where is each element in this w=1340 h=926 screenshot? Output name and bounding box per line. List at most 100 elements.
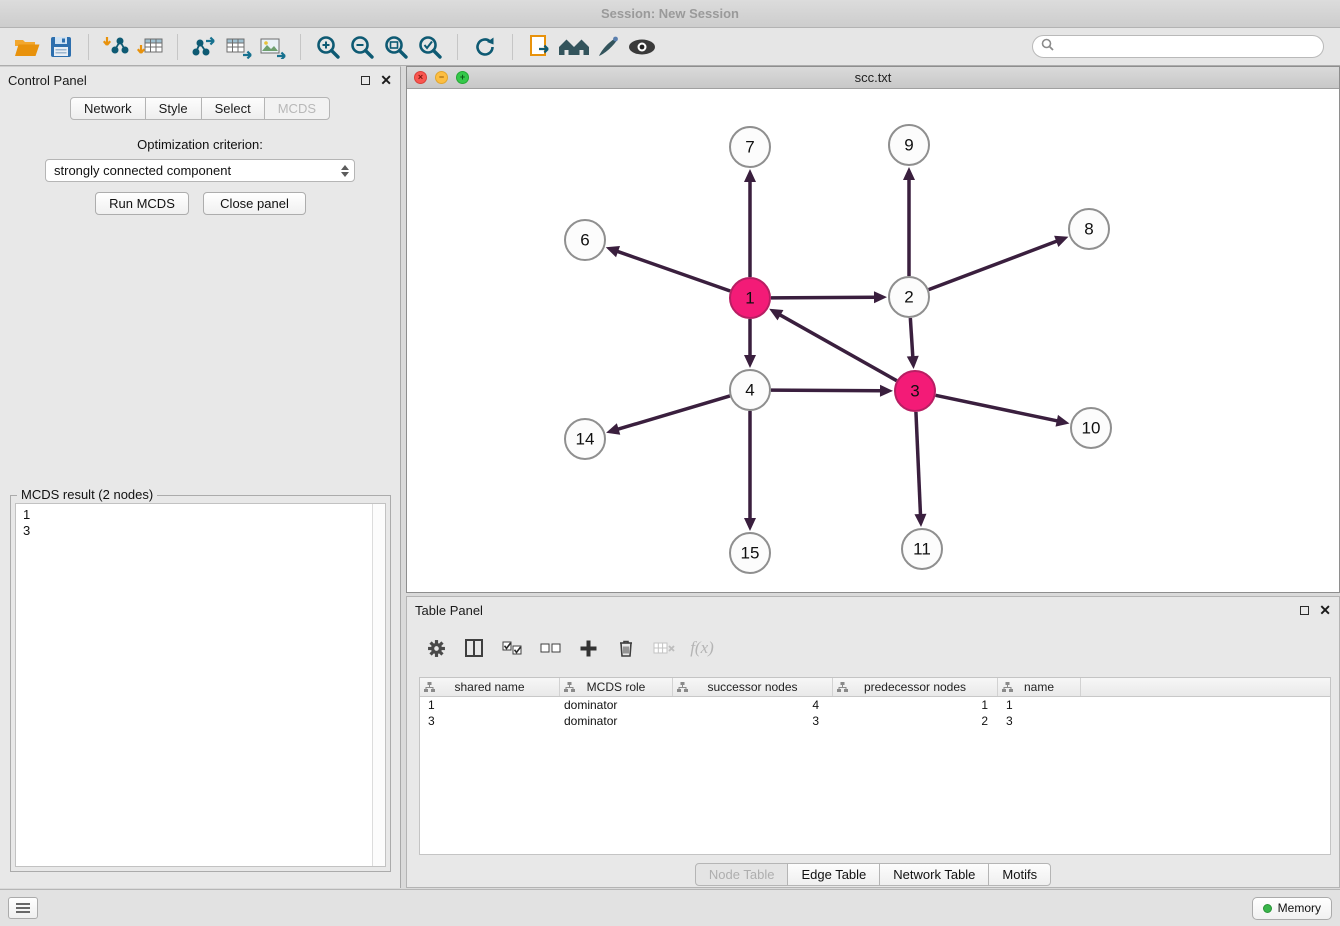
search-input[interactable] [1059,40,1323,54]
column-header-name[interactable]: name [998,678,1081,696]
open-folder-icon[interactable] [10,32,44,62]
network-window-titlebar[interactable]: × − + scc.txt [407,67,1339,89]
graph-edge-3-11[interactable] [916,412,921,516]
control-panel-header: Control Panel ✕ [0,67,400,93]
window-title: Session: New Session [601,6,739,21]
add-row-icon[interactable] [571,633,605,663]
graph-edge-3-1[interactable] [779,314,897,380]
column-type-icon [837,682,848,696]
optimization-criterion-label: Optimization criterion: [0,137,400,152]
result-scrollbar[interactable] [372,504,385,866]
tab-network-table[interactable]: Network Table [879,863,989,886]
close-panel-icon[interactable]: ✕ [380,73,392,87]
toolbar-separator [300,34,301,60]
column-type-icon [1002,682,1013,696]
column-header-shared-name[interactable]: shared name [420,678,560,696]
toolbar-separator [457,34,458,60]
network-window-title: scc.txt [855,70,892,85]
tab-edge-table[interactable]: Edge Table [787,863,880,886]
graph-edge-arrow [744,355,756,368]
column-header-mcds-role[interactable]: MCDS role [560,678,673,696]
show-columns-icon[interactable] [457,633,491,663]
export-image-icon[interactable] [256,32,290,62]
zoom-out-icon[interactable] [345,32,379,62]
zoom-fit-icon[interactable] [379,32,413,62]
home-icon[interactable] [557,32,591,62]
memory-button[interactable]: Memory [1252,897,1332,920]
close-panel-icon[interactable]: ✕ [1319,603,1331,617]
tab-node-table[interactable]: Node Table [695,863,789,886]
mcds-result-box[interactable]: 1 3 [15,503,386,867]
maximize-window-icon[interactable]: + [456,71,469,84]
graph-edge-4-3[interactable] [771,390,882,391]
criterion-dropdown[interactable]: strongly connected component [45,159,355,182]
graph-edge-4-14[interactable] [617,396,730,430]
export-table-icon[interactable] [222,32,256,62]
control-panel-tabs: Network Style Select MCDS [70,97,330,120]
table-row[interactable]: 1 dominator 4 1 1 [420,697,1330,713]
table-panel: Table Panel ✕ [406,596,1340,888]
cell-mcds-role[interactable]: dominator [560,697,673,713]
network-canvas[interactable]: 7968124310141511 [407,89,1339,592]
graph-edge-2-8[interactable] [929,241,1058,290]
tab-select[interactable]: Select [201,97,265,120]
graph-node-label: 9 [904,136,913,155]
search-icon [1041,38,1054,56]
graph-node-label: 14 [576,430,595,449]
cell-name[interactable]: 3 [998,713,1081,729]
task-history-button[interactable] [8,897,38,919]
search-field[interactable] [1032,35,1324,58]
node-table: shared name MCDS role successor nodes pr… [419,677,1331,855]
cell-predecessor-nodes[interactable]: 1 [833,697,998,713]
table-row[interactable]: 3 dominator 3 2 3 [420,713,1330,729]
select-all-icon[interactable] [495,633,529,663]
column-header-successor-nodes[interactable]: successor nodes [673,678,833,696]
float-panel-icon[interactable] [1300,606,1309,615]
cell-successor-nodes[interactable]: 4 [673,697,833,713]
cell-successor-nodes[interactable]: 3 [673,713,833,729]
graph-edge-1-6[interactable] [616,251,730,291]
close-window-icon[interactable]: × [414,71,427,84]
zoom-in-icon[interactable] [311,32,345,62]
graph-edge-arrow [1056,415,1070,427]
application-window: Session: New Session [0,0,1340,926]
graph-edge-1-2[interactable] [771,297,876,298]
cell-mcds-role[interactable]: dominator [560,713,673,729]
graph-edge-arrow [880,385,893,397]
control-panel-title: Control Panel [8,73,87,88]
style-brush-icon[interactable] [591,32,625,62]
tab-style[interactable]: Style [145,97,202,120]
deselect-all-icon[interactable] [533,633,567,663]
tab-mcds[interactable]: MCDS [264,97,330,120]
cell-name[interactable]: 1 [998,697,1081,713]
import-table-icon[interactable] [133,32,167,62]
graph-edge-arrow [606,423,620,435]
cell-shared-name[interactable]: 3 [420,713,560,729]
cell-predecessor-nodes[interactable]: 2 [833,713,998,729]
column-type-icon [677,682,688,696]
gear-icon[interactable] [419,633,453,663]
zoom-selected-icon[interactable] [413,32,447,62]
minimize-window-icon[interactable]: − [435,71,448,84]
export-network-icon[interactable] [188,32,222,62]
column-header-predecessor-nodes[interactable]: predecessor nodes [833,678,998,696]
float-panel-icon[interactable] [361,76,370,85]
mcds-result-title: MCDS result (2 nodes) [17,487,157,502]
close-panel-button[interactable]: Close panel [203,192,306,215]
graph-edge-2-3[interactable] [910,318,913,358]
eye-icon[interactable] [625,32,659,62]
cell-filler [1081,697,1330,713]
run-mcds-button[interactable]: Run MCDS [95,192,189,215]
tab-motifs[interactable]: Motifs [988,863,1051,886]
delete-row-icon[interactable] [609,633,643,663]
mcds-result-line: 3 [16,523,385,539]
export-page-icon[interactable] [523,32,557,62]
tab-network[interactable]: Network [70,97,146,120]
delete-column-icon [647,633,681,663]
apply-layout-icon[interactable] [468,32,502,62]
save-icon[interactable] [44,32,78,62]
function-builder-icon: f(x) [685,633,719,663]
import-network-icon[interactable] [99,32,133,62]
cell-shared-name[interactable]: 1 [420,697,560,713]
graph-edge-3-10[interactable] [936,395,1059,421]
